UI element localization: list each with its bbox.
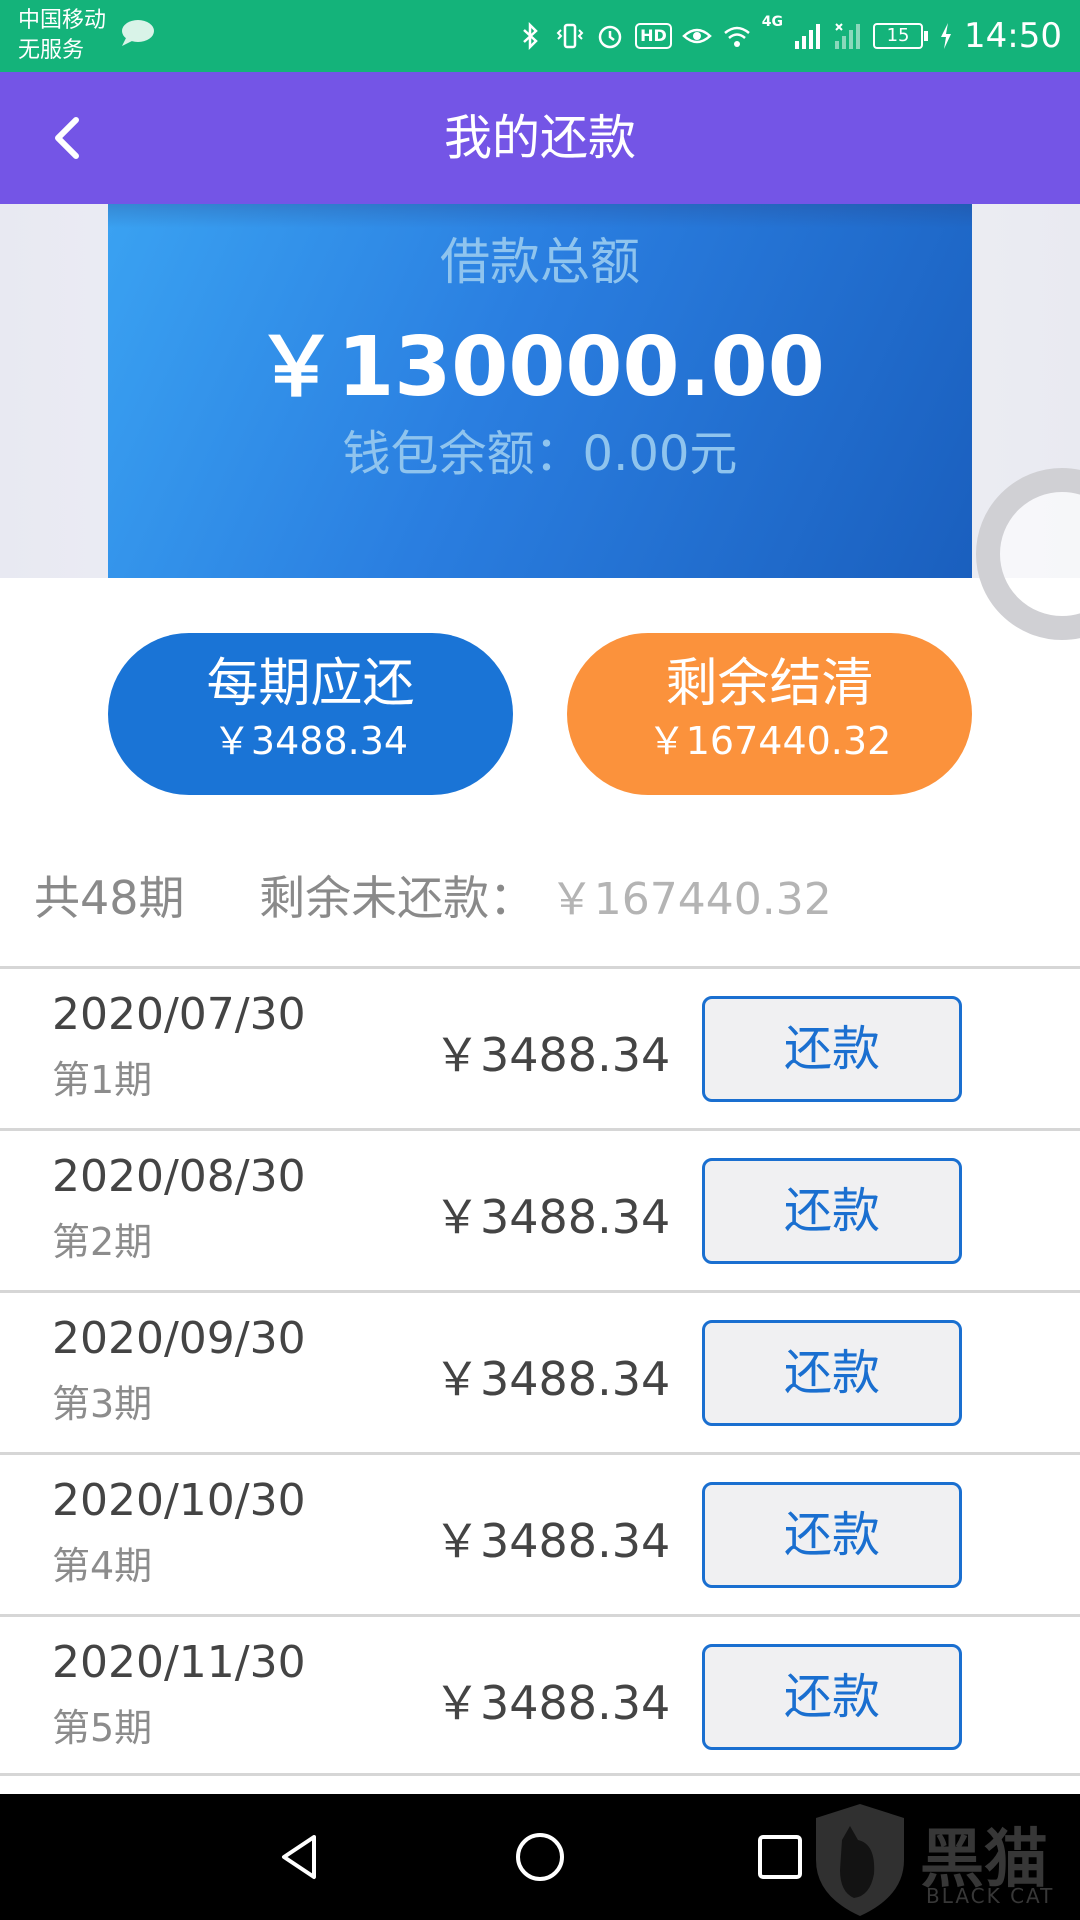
row-date: 2020/09/30 bbox=[52, 1313, 306, 1364]
service-status: 无服务 bbox=[18, 38, 85, 63]
hd-badge: HD bbox=[635, 23, 672, 49]
row-amount: ￥3488.34 bbox=[434, 1352, 671, 1406]
row-date: 2020/07/30 bbox=[52, 989, 306, 1040]
per-period-payment-button[interactable]: 每期应还 ￥3488.34 bbox=[108, 633, 513, 795]
cat-shield-icon bbox=[816, 1804, 904, 1916]
row-date: 2020/11/30 bbox=[52, 1637, 306, 1688]
vibrate-icon bbox=[556, 23, 584, 49]
network-type: 4G bbox=[761, 14, 784, 30]
repay-button[interactable]: 还款 bbox=[702, 996, 962, 1102]
battery-level: 15 bbox=[873, 23, 924, 49]
repay-button[interactable]: 还款 bbox=[702, 1158, 962, 1264]
row-amount: ￥3488.34 bbox=[434, 1190, 671, 1244]
remaining-label: 剩余未还款： bbox=[259, 871, 536, 925]
clock: 14:50 bbox=[964, 16, 1062, 56]
system-navigation-bar: 黑猫 BLACK CAT bbox=[0, 1794, 1080, 1920]
triangle-back-icon[interactable] bbox=[270, 1827, 330, 1887]
row-date: 2020/10/30 bbox=[52, 1475, 306, 1526]
row-period: 第4期 bbox=[52, 1544, 153, 1588]
page-title: 我的还款 bbox=[443, 110, 636, 166]
row-period: 第2期 bbox=[52, 1220, 153, 1264]
row-date: 2020/08/30 bbox=[52, 1151, 306, 1202]
circle-home-icon[interactable] bbox=[510, 1827, 570, 1887]
row-amount: ￥3488.34 bbox=[434, 1676, 671, 1730]
status-icons: HD 4G 15 14:50 bbox=[515, 14, 1062, 58]
remaining-value: ￥167440.32 bbox=[549, 874, 832, 925]
per-period-value: ￥3488.34 bbox=[212, 719, 409, 763]
repayment-row: 2020/08/30 第2期 ￥3488.34 还款 bbox=[0, 1128, 1080, 1290]
screen: 中国移动 无服务 HD 4G 15 14:50 我的还款 借款总额 ￥13000… bbox=[0, 0, 1080, 1920]
battery-indicator: 15 bbox=[873, 23, 929, 49]
signal-empty-icon bbox=[835, 23, 861, 49]
payoff-remaining-button[interactable]: 剩余结清 ￥167440.32 bbox=[567, 633, 972, 795]
row-amount: ￥3488.34 bbox=[434, 1028, 671, 1082]
square-recent-icon[interactable] bbox=[750, 1827, 810, 1887]
total-periods: 共48期 bbox=[34, 871, 185, 925]
per-period-title: 每期应还 bbox=[206, 654, 415, 714]
wifi-icon bbox=[723, 26, 750, 47]
row-period: 第1期 bbox=[52, 1058, 153, 1102]
repay-button[interactable]: 还款 bbox=[702, 1644, 962, 1750]
charging-icon bbox=[941, 23, 952, 49]
carrier-info: 中国移动 无服务 bbox=[18, 6, 106, 66]
repayment-row: 2020/09/30 第3期 ￥3488.34 还款 bbox=[0, 1290, 1080, 1452]
row-period: 第5期 bbox=[52, 1706, 153, 1750]
loan-total-label: 借款总额 bbox=[440, 233, 640, 291]
eye-comfort-icon bbox=[681, 28, 712, 44]
totals-summary: 共48期 剩余未还款： ￥167440.32 bbox=[34, 868, 832, 928]
payoff-value: ￥167440.32 bbox=[647, 719, 892, 763]
repayment-row: 2020/11/30 第5期 ￥3488.34 还款 bbox=[0, 1614, 1080, 1776]
repayment-list: 2020/07/30 第1期 ￥3488.34 还款 2020/08/30 第2… bbox=[0, 966, 1080, 1776]
loan-total-amount: ￥130000.00 bbox=[255, 320, 825, 415]
carrier-name: 中国移动 bbox=[18, 8, 107, 33]
bluetooth-icon bbox=[523, 21, 538, 51]
battery-tip bbox=[924, 31, 929, 41]
alarm-icon bbox=[598, 25, 622, 49]
row-period: 第3期 bbox=[52, 1382, 153, 1426]
watermark-subtext: BLACK CAT bbox=[926, 1884, 1055, 1908]
payoff-title: 剩余结清 bbox=[665, 654, 874, 714]
blackcat-watermark: 黑猫 BLACK CAT bbox=[810, 1800, 1080, 1920]
message-bubble-icon bbox=[122, 20, 154, 46]
loan-summary-card: 借款总额 ￥130000.00 钱包余额：0.00元 bbox=[108, 204, 972, 578]
repayment-row: 2020/10/30 第4期 ￥3488.34 还款 bbox=[0, 1452, 1080, 1614]
repay-button[interactable]: 还款 bbox=[702, 1482, 962, 1588]
repayment-row: 2020/07/30 第1期 ￥3488.34 还款 bbox=[0, 966, 1080, 1128]
wallet-balance: 钱包余额：0.00元 bbox=[342, 426, 738, 482]
row-amount: ￥3488.34 bbox=[434, 1514, 671, 1568]
repay-button[interactable]: 还款 bbox=[702, 1320, 962, 1426]
app-header: 我的还款 bbox=[0, 72, 1080, 204]
signal-icon bbox=[795, 24, 821, 49]
status-bar: 中国移动 无服务 HD 4G 15 14:50 bbox=[0, 0, 1080, 72]
